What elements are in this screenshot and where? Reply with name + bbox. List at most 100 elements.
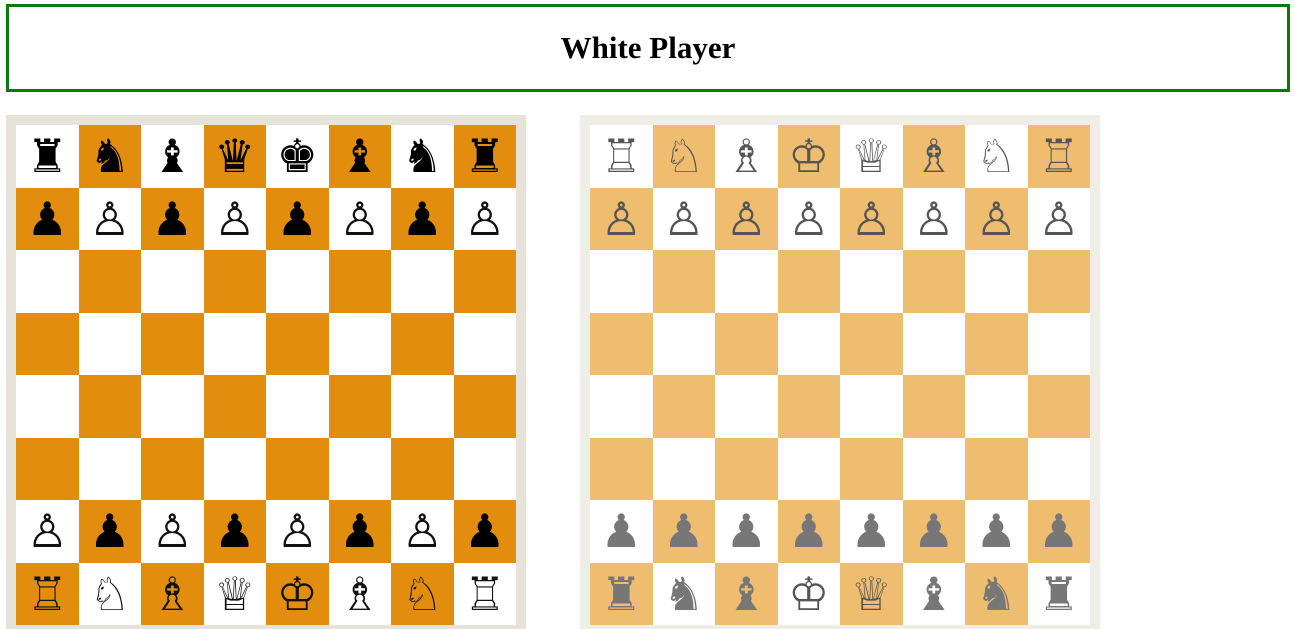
square-h1[interactable]: ♜ xyxy=(1027,562,1090,625)
square-f4[interactable] xyxy=(902,375,965,438)
white-pawn-icon[interactable]: ♙ xyxy=(851,196,892,242)
square-c3[interactable] xyxy=(715,437,778,500)
square-e6[interactable] xyxy=(266,250,329,313)
square-d7[interactable]: ♙ xyxy=(203,187,266,250)
square-b1[interactable]: ♞ xyxy=(652,562,715,625)
white-pawn-icon[interactable]: ♙ xyxy=(464,196,505,242)
square-b6[interactable] xyxy=(78,250,141,313)
white-queen-icon[interactable]: ♕ xyxy=(851,571,892,617)
square-f5[interactable] xyxy=(328,312,391,375)
square-b7[interactable]: ♙ xyxy=(652,187,715,250)
square-g6[interactable] xyxy=(391,250,454,313)
square-e5[interactable] xyxy=(840,312,903,375)
square-d1[interactable]: ♕ xyxy=(203,562,266,625)
square-d2[interactable]: ♟ xyxy=(777,500,840,563)
black-pawn-icon[interactable]: ♟ xyxy=(402,196,443,242)
square-d6[interactable] xyxy=(203,250,266,313)
black-bishop-icon[interactable]: ♝ xyxy=(913,571,954,617)
white-king-icon[interactable]: ♔ xyxy=(788,571,829,617)
black-knight-icon[interactable]: ♞ xyxy=(663,571,704,617)
white-pawn-icon[interactable]: ♙ xyxy=(152,508,193,554)
black-pawn-icon[interactable]: ♟ xyxy=(726,508,767,554)
square-c2[interactable]: ♟ xyxy=(715,500,778,563)
black-knight-icon[interactable]: ♞ xyxy=(976,571,1017,617)
square-a2[interactable]: ♟ xyxy=(590,500,653,563)
square-h8[interactable]: ♜ xyxy=(453,125,516,188)
square-h1[interactable]: ♖ xyxy=(453,562,516,625)
square-c7[interactable]: ♟ xyxy=(141,187,204,250)
square-f3[interactable] xyxy=(902,437,965,500)
square-e4[interactable] xyxy=(840,375,903,438)
square-a4[interactable] xyxy=(16,375,79,438)
square-e2[interactable]: ♟ xyxy=(840,500,903,563)
white-rook-icon[interactable]: ♖ xyxy=(464,571,505,617)
square-e5[interactable] xyxy=(266,312,329,375)
square-b3[interactable] xyxy=(652,437,715,500)
square-g2[interactable]: ♟ xyxy=(965,500,1028,563)
white-rook-icon[interactable]: ♖ xyxy=(1038,133,1079,179)
black-bishop-icon[interactable]: ♝ xyxy=(726,571,767,617)
square-b4[interactable] xyxy=(78,375,141,438)
square-g1[interactable]: ♘ xyxy=(391,562,454,625)
black-queen-icon[interactable]: ♛ xyxy=(214,133,255,179)
square-e6[interactable] xyxy=(840,250,903,313)
white-queen-icon[interactable]: ♕ xyxy=(214,571,255,617)
square-b4[interactable] xyxy=(652,375,715,438)
white-rook-icon[interactable]: ♖ xyxy=(27,571,68,617)
square-f6[interactable] xyxy=(902,250,965,313)
black-rook-icon[interactable]: ♜ xyxy=(464,133,505,179)
square-e4[interactable] xyxy=(266,375,329,438)
square-e2[interactable]: ♙ xyxy=(266,500,329,563)
square-c4[interactable] xyxy=(141,375,204,438)
square-c5[interactable] xyxy=(715,312,778,375)
square-f3[interactable] xyxy=(328,437,391,500)
white-bishop-icon[interactable]: ♗ xyxy=(152,571,193,617)
square-b1[interactable]: ♘ xyxy=(78,562,141,625)
square-h7[interactable]: ♙ xyxy=(1027,187,1090,250)
square-c6[interactable] xyxy=(715,250,778,313)
black-king-icon[interactable]: ♚ xyxy=(277,133,318,179)
square-a3[interactable] xyxy=(590,437,653,500)
square-g3[interactable] xyxy=(965,437,1028,500)
square-a1[interactable]: ♖ xyxy=(16,562,79,625)
white-knight-icon[interactable]: ♘ xyxy=(976,133,1017,179)
square-c6[interactable] xyxy=(141,250,204,313)
black-knight-icon[interactable]: ♞ xyxy=(402,133,443,179)
black-pawn-icon[interactable]: ♟ xyxy=(214,508,255,554)
square-h2[interactable]: ♟ xyxy=(1027,500,1090,563)
square-h8[interactable]: ♖ xyxy=(1027,125,1090,188)
square-h2[interactable]: ♟ xyxy=(453,500,516,563)
white-rook-icon[interactable]: ♖ xyxy=(601,133,642,179)
square-h3[interactable] xyxy=(1027,437,1090,500)
white-queen-icon[interactable]: ♕ xyxy=(851,133,892,179)
square-d3[interactable] xyxy=(203,437,266,500)
square-d7[interactable]: ♙ xyxy=(777,187,840,250)
square-h6[interactable] xyxy=(1027,250,1090,313)
square-a7[interactable]: ♙ xyxy=(590,187,653,250)
white-pawn-icon[interactable]: ♙ xyxy=(976,196,1017,242)
square-e7[interactable]: ♙ xyxy=(840,187,903,250)
square-f1[interactable]: ♝ xyxy=(902,562,965,625)
square-b2[interactable]: ♟ xyxy=(652,500,715,563)
square-d5[interactable] xyxy=(777,312,840,375)
square-a6[interactable] xyxy=(16,250,79,313)
white-bishop-icon[interactable]: ♗ xyxy=(913,133,954,179)
square-c8[interactable]: ♗ xyxy=(715,125,778,188)
black-bishop-icon[interactable]: ♝ xyxy=(152,133,193,179)
white-bishop-icon[interactable]: ♗ xyxy=(726,133,767,179)
white-knight-icon[interactable]: ♘ xyxy=(663,133,704,179)
white-king-icon[interactable]: ♔ xyxy=(788,133,829,179)
square-a7[interactable]: ♟ xyxy=(16,187,79,250)
white-pawn-icon[interactable]: ♙ xyxy=(27,508,68,554)
square-a5[interactable] xyxy=(590,312,653,375)
square-g5[interactable] xyxy=(391,312,454,375)
square-f5[interactable] xyxy=(902,312,965,375)
black-pawn-icon[interactable]: ♟ xyxy=(464,508,505,554)
square-f2[interactable]: ♟ xyxy=(328,500,391,563)
square-h4[interactable] xyxy=(453,375,516,438)
black-pawn-icon[interactable]: ♟ xyxy=(89,508,130,554)
square-g5[interactable] xyxy=(965,312,1028,375)
square-h5[interactable] xyxy=(453,312,516,375)
black-rook-icon[interactable]: ♜ xyxy=(27,133,68,179)
white-pawn-icon[interactable]: ♙ xyxy=(913,196,954,242)
